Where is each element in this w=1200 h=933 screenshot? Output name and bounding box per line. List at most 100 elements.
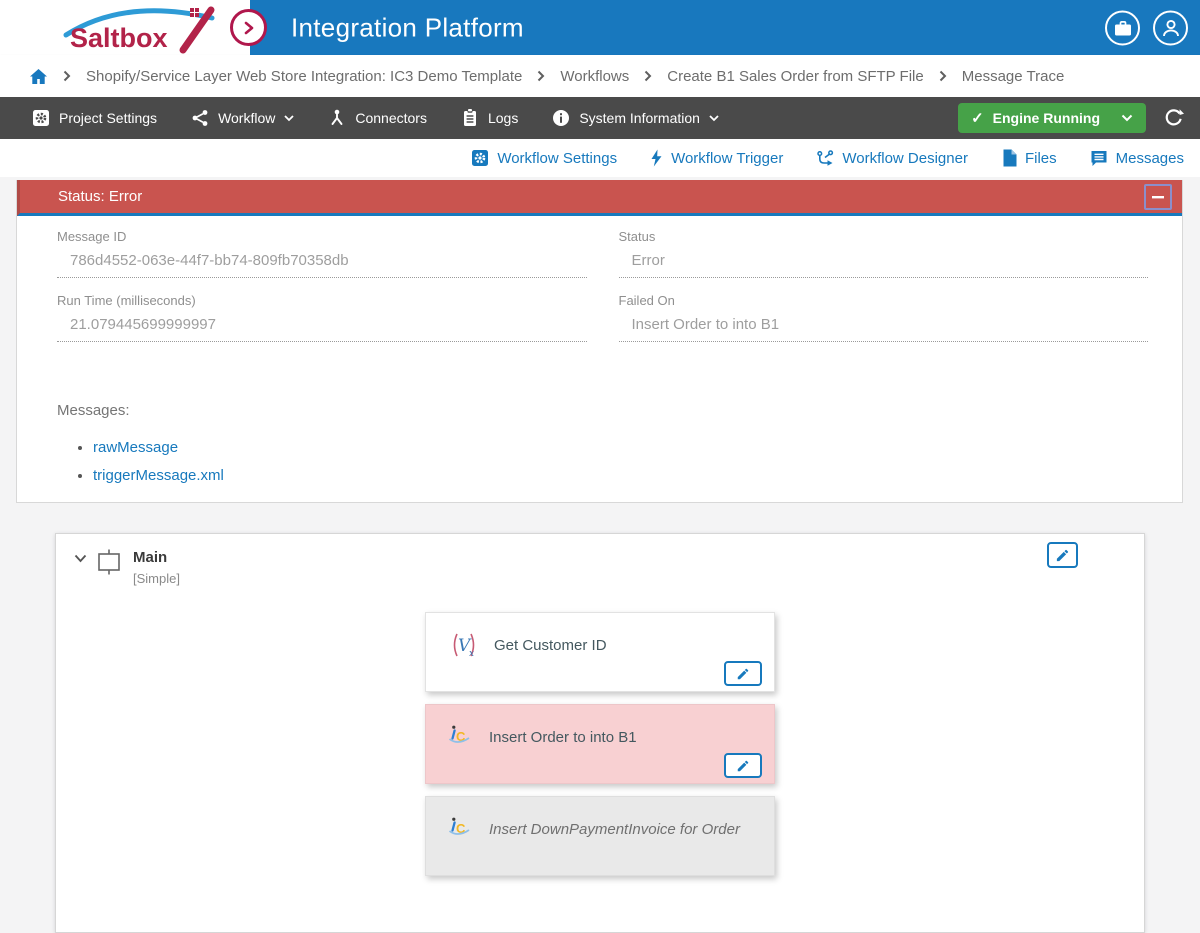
settings-icon bbox=[33, 110, 49, 126]
breadcrumb-project[interactable]: Shopify/Service Layer Web Store Integrat… bbox=[86, 68, 522, 85]
edit-step-button[interactable] bbox=[724, 661, 762, 686]
breadcrumb-workflows[interactable]: Workflows bbox=[560, 68, 629, 85]
field-status: Status Error bbox=[618, 229, 1148, 278]
refresh-button[interactable] bbox=[1161, 108, 1186, 129]
account-button[interactable] bbox=[1153, 10, 1188, 45]
step-get-customer-id[interactable]: V x Get Customer ID bbox=[425, 612, 775, 692]
tab-label: Files bbox=[1024, 149, 1057, 167]
breadcrumb-separator-icon bbox=[939, 70, 947, 82]
chevron-right-icon bbox=[244, 21, 253, 34]
toolbar-item-logs[interactable]: Logs bbox=[461, 109, 518, 127]
app-header: Saltbox Integration Platform bbox=[0, 0, 1200, 55]
activity-node-icon bbox=[98, 549, 120, 575]
message-file-list: rawMessage triggerMessage.xml bbox=[57, 439, 1148, 484]
tab-label: Workflow Designer bbox=[842, 149, 968, 167]
tab-workflow-settings[interactable]: Workflow Settings bbox=[471, 149, 617, 167]
variable-icon: V x bbox=[453, 633, 475, 659]
chevron-down-icon bbox=[74, 554, 87, 563]
step-label: Insert Order to into B1 bbox=[489, 728, 637, 746]
tab-label: Messages bbox=[1115, 149, 1184, 167]
toolbar-item-system-information[interactable]: System Information bbox=[552, 109, 719, 127]
raw-message-link[interactable]: rawMessage bbox=[93, 439, 178, 456]
home-icon[interactable] bbox=[29, 68, 48, 85]
tab-workflow-trigger[interactable]: Workflow Trigger bbox=[650, 149, 783, 167]
toolbar-item-project-settings[interactable]: Project Settings bbox=[32, 109, 157, 127]
page-title: Integration Platform bbox=[291, 12, 524, 42]
engine-status-button[interactable]: ✓ Engine Running bbox=[958, 103, 1146, 133]
pencil-icon bbox=[737, 668, 749, 679]
workflow-tabs: Workflow Settings Workflow Trigger Workf… bbox=[0, 139, 1200, 177]
workflow-designer-panel: Main [Simple] V x Get Customer ID C Inse… bbox=[55, 533, 1145, 933]
group-header: Main [Simple] bbox=[56, 534, 1144, 586]
breadcrumb: Shopify/Service Layer Web Store Integrat… bbox=[0, 55, 1200, 97]
user-icon bbox=[1162, 19, 1179, 36]
trigger-message-link[interactable]: triggerMessage.xml bbox=[93, 467, 224, 484]
page: Saltbox Integration Platform Shopify/Ser… bbox=[0, 0, 1200, 933]
group-text: Main [Simple] bbox=[133, 547, 180, 586]
info-icon bbox=[553, 110, 570, 126]
toolbar-label: Logs bbox=[487, 110, 519, 126]
edit-group-button[interactable] bbox=[1047, 542, 1078, 568]
toolbar-item-workflow[interactable]: Workflow bbox=[191, 109, 295, 127]
field-run-time: Run Time (milliseconds) 21.0794456999999… bbox=[57, 293, 587, 342]
step-label: Get Customer ID bbox=[494, 636, 607, 654]
briefcase-icon bbox=[1114, 20, 1131, 35]
collapse-group-button[interactable] bbox=[74, 554, 87, 563]
step-insert-order[interactable]: C Insert Order to into B1 bbox=[425, 704, 775, 784]
breadcrumb-separator-icon bbox=[537, 70, 545, 82]
chevron-down-icon bbox=[1121, 114, 1133, 122]
saltbox-logo-icon: Saltbox bbox=[63, 6, 215, 54]
breadcrumb-workflow-name[interactable]: Create B1 Sales Order from SFTP File bbox=[667, 68, 923, 85]
field-failed-on: Failed On Insert Order to into B1 bbox=[618, 293, 1148, 342]
field-value: Error bbox=[618, 252, 1148, 278]
breadcrumb-separator-icon bbox=[644, 70, 652, 82]
lightning-icon bbox=[651, 149, 662, 167]
brand-logo: Saltbox bbox=[0, 0, 250, 55]
tab-messages[interactable]: Messages bbox=[1090, 150, 1184, 167]
connector-logo-icon: C bbox=[449, 817, 470, 836]
tab-workflow-designer[interactable]: Workflow Designer bbox=[816, 150, 968, 167]
field-message-id: Message ID 786d4552-063e-44f7-bb74-809fb… bbox=[57, 229, 587, 278]
header-actions bbox=[1105, 10, 1188, 45]
sidebar-toggle-button[interactable] bbox=[230, 9, 267, 46]
svg-text:Saltbox: Saltbox bbox=[70, 23, 168, 53]
toolbar-label: Workflow bbox=[218, 110, 276, 126]
projects-button[interactable] bbox=[1105, 10, 1140, 45]
toolbar-label: Project Settings bbox=[59, 110, 158, 126]
pencil-icon bbox=[737, 760, 749, 771]
settings-icon bbox=[472, 150, 489, 166]
collapse-panel-button[interactable] bbox=[1144, 183, 1172, 210]
chevron-down-icon bbox=[284, 114, 295, 121]
edit-step-button[interactable] bbox=[724, 753, 762, 778]
messages-heading: Messages: bbox=[57, 402, 130, 419]
toolbar-label: System Information bbox=[579, 110, 700, 126]
connector-icon bbox=[331, 109, 343, 125]
toolbar-label: Connectors bbox=[355, 110, 427, 126]
field-label: Status bbox=[618, 229, 656, 244]
field-value: 786d4552-063e-44f7-bb74-809fb70358db bbox=[57, 252, 587, 278]
status-banner-title: Status: Error bbox=[58, 188, 143, 205]
branch-icon bbox=[817, 149, 834, 166]
step-insert-downpaymentinvoice[interactable]: C Insert DownPaymentInvoice for Order bbox=[425, 796, 775, 876]
field-value: Insert Order to into B1 bbox=[618, 316, 1148, 342]
pencil-icon bbox=[1056, 549, 1069, 561]
breadcrumb-message-trace[interactable]: Message Trace bbox=[962, 68, 1065, 85]
list-item: rawMessage bbox=[93, 439, 1148, 456]
main-toolbar: Project Settings Workflow Connectors Log… bbox=[0, 97, 1200, 139]
tab-files[interactable]: Files bbox=[1001, 149, 1057, 167]
connector-logo-icon: C bbox=[449, 725, 470, 744]
share-icon bbox=[192, 110, 208, 126]
toolbar-item-connectors[interactable]: Connectors bbox=[328, 109, 427, 127]
message-trace-panel: Status: Error Message ID 786d4552-063e-4… bbox=[16, 180, 1183, 503]
tab-label: Workflow Settings bbox=[497, 149, 618, 167]
engine-status-label: Engine Running bbox=[992, 110, 1100, 126]
check-icon: ✓ bbox=[971, 110, 984, 127]
status-banner: Status: Error bbox=[17, 180, 1182, 216]
refresh-icon bbox=[1165, 108, 1184, 125]
step-label: Insert DownPaymentInvoice for Order bbox=[489, 820, 740, 838]
breadcrumb-separator-icon bbox=[63, 70, 71, 82]
field-value: 21.079445699999997 bbox=[57, 316, 587, 342]
minus-icon bbox=[1152, 195, 1164, 198]
status-body: Message ID 786d4552-063e-44f7-bb74-809fb… bbox=[17, 216, 1182, 484]
group-name: Main bbox=[133, 549, 168, 566]
